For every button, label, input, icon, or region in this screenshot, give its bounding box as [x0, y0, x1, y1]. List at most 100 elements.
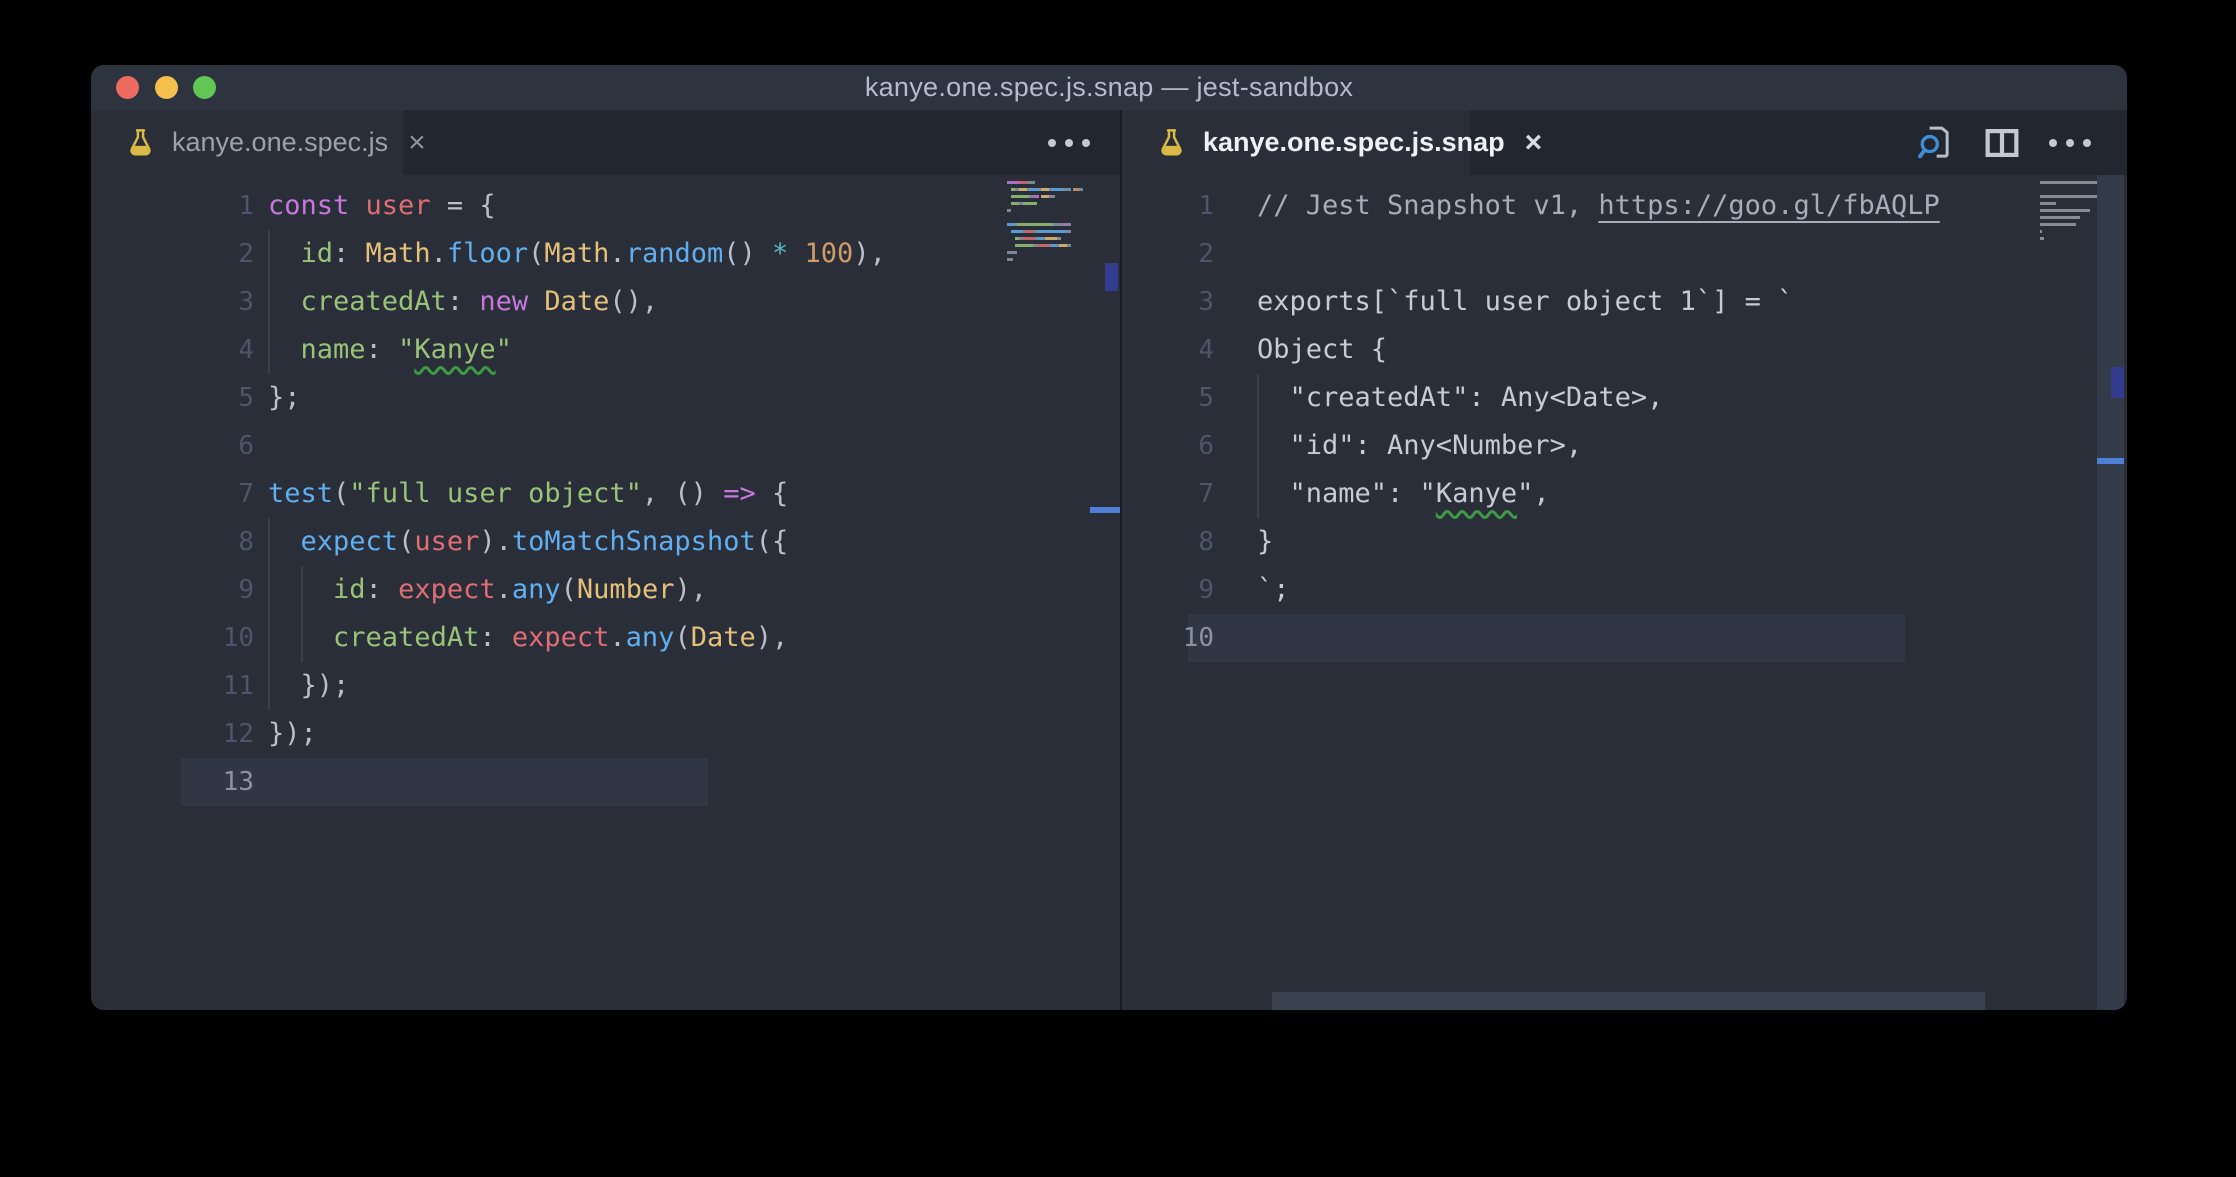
minimap-segment — [1079, 188, 1083, 191]
line-number: 1 — [91, 182, 254, 230]
overview-ruler-marker — [2111, 367, 2124, 398]
current-line-highlight — [181, 758, 708, 806]
code-editor-left[interactable]: 1 const user = { 2 id: Math.floor(Math.ran… — [91, 175, 1120, 1010]
minimap-segment — [1015, 244, 1033, 247]
line-number: 6 — [1122, 422, 1214, 470]
minimap-segment — [1041, 188, 1049, 191]
line-number: 6 — [91, 422, 254, 470]
line-number: 10 — [91, 614, 254, 662]
minimap-segment — [2040, 216, 2080, 219]
horizontal-scrollbar[interactable] — [1272, 992, 1985, 1010]
line-number: 8 — [91, 518, 254, 566]
minimap-segment — [2040, 230, 2042, 233]
line-number: 3 — [91, 278, 254, 326]
minimap-segment — [2082, 181, 2097, 184]
minimap-segment — [1019, 181, 1027, 184]
minimap-segment — [1027, 181, 1035, 184]
minimap-segment — [1067, 230, 1071, 233]
editor-pane-right: 1 // Jest Snapshot v1, https://goo.gl/fbA… — [1122, 110, 2127, 1010]
code-line: id: Math.floor(Math.random() * 100), — [268, 230, 886, 278]
minimap-segment — [1037, 230, 1067, 233]
overview-ruler-cursor-line — [2097, 458, 2124, 464]
line-number: 12 — [91, 710, 254, 758]
line-number: 11 — [91, 662, 254, 710]
minimap-segment — [2040, 195, 2097, 198]
minimap-segment — [1007, 251, 1017, 254]
minimap-segment — [1067, 244, 1071, 247]
minimap-segment — [1069, 188, 1071, 191]
minimap-segment — [2072, 223, 2076, 226]
minimap-segment — [1011, 230, 1023, 233]
minimap-segment — [2040, 202, 2056, 205]
code-line: }; — [268, 374, 301, 422]
code-line: } — [1257, 518, 1273, 566]
editor-window: kanye.one.spec.js.snap — jest-sandbox ka… — [91, 65, 2127, 1010]
minimap-segment — [1023, 237, 1035, 240]
code-line: Object { — [1257, 326, 1387, 374]
line-number: 2 — [91, 230, 254, 278]
minimap[interactable] — [1007, 181, 1087, 301]
minimap-segment — [1007, 209, 1011, 212]
minimap-segment — [1051, 188, 1063, 191]
code-line: }); — [268, 662, 349, 710]
code-line: exports[`full user object 1`] = ` — [1257, 278, 1793, 326]
minimap-segment — [1017, 223, 1053, 226]
minimap-segment — [2040, 223, 2062, 226]
code-editor-right[interactable]: 1 // Jest Snapshot v1, https://goo.gl/fbA… — [1122, 175, 2127, 1010]
line-number: 7 — [1122, 470, 1214, 518]
minimap-segment — [1067, 223, 1071, 226]
code-line: // Jest Snapshot v1, https://goo.gl/fbAQ… — [1257, 182, 1940, 230]
code-line: "name": "Kanye", — [1257, 470, 1550, 518]
code-line: expect(user).toMatchSnapshot({ — [268, 518, 788, 566]
desktop: { "window": { "title": "kanye.one.spec.j… — [0, 0, 2236, 1177]
minimap-segment — [1033, 195, 1039, 198]
code-line: const user = { — [268, 182, 496, 230]
line-number: 2 — [1122, 230, 1214, 278]
minimap-segment — [1019, 188, 1027, 191]
minimap-segment — [1007, 258, 1013, 261]
minimap-segment — [1057, 237, 1061, 240]
minimap-segment — [1041, 195, 1049, 198]
minimap-segment — [1037, 244, 1049, 247]
minimap-segment — [1025, 230, 1033, 233]
minimap-segment — [1011, 195, 1029, 198]
minimap-segment — [1029, 188, 1039, 191]
code-line: `; — [1257, 566, 1290, 614]
minimap-segment — [1007, 181, 1019, 184]
line-number: 9 — [1122, 566, 1214, 614]
code-line: id: expect.any(Number), — [268, 566, 707, 614]
minimap-segment — [1007, 223, 1015, 226]
minimap-segment — [2040, 209, 2090, 212]
overview-ruler-marker — [1105, 263, 1118, 291]
line-number: 10 — [1122, 614, 1214, 662]
minimap-segment — [1035, 202, 1037, 205]
line-number: 8 — [1122, 518, 1214, 566]
minimap-segment — [1053, 223, 1063, 226]
code-line: createdAt: expect.any(Date), — [268, 614, 788, 662]
line-number: 5 — [1122, 374, 1214, 422]
code-line: }); — [268, 710, 317, 758]
code-line: "id": Any<Number>, — [1257, 422, 1582, 470]
titlebar: kanye.one.spec.js.snap — jest-sandbox — [91, 65, 2127, 110]
vertical-scrollbar[interactable] — [2097, 175, 2124, 1010]
line-number: 7 — [91, 470, 254, 518]
current-line-highlight — [1188, 614, 1905, 662]
minimap[interactable] — [2040, 181, 2097, 271]
line-number: 5 — [91, 374, 254, 422]
minimap-segment — [2062, 223, 2072, 226]
minimap-segment — [1011, 202, 1019, 205]
code-line: "createdAt": Any<Date>, — [1257, 374, 1663, 422]
minimap-segment — [1059, 244, 1067, 247]
line-number: 1 — [1122, 182, 1214, 230]
minimap-segment — [1049, 195, 1055, 198]
code-line: name: "Kanye" — [268, 326, 512, 374]
line-number: 4 — [91, 326, 254, 374]
minimap-segment — [2040, 181, 2082, 184]
code-line: test("full user object", () => { — [268, 470, 788, 518]
minimap-segment — [2040, 237, 2044, 240]
overview-ruler-cursor-line — [1090, 507, 1120, 513]
line-number: 13 — [91, 758, 254, 806]
code-line: createdAt: new Date(), — [268, 278, 658, 326]
line-number: 9 — [91, 566, 254, 614]
line-number: 4 — [1122, 326, 1214, 374]
